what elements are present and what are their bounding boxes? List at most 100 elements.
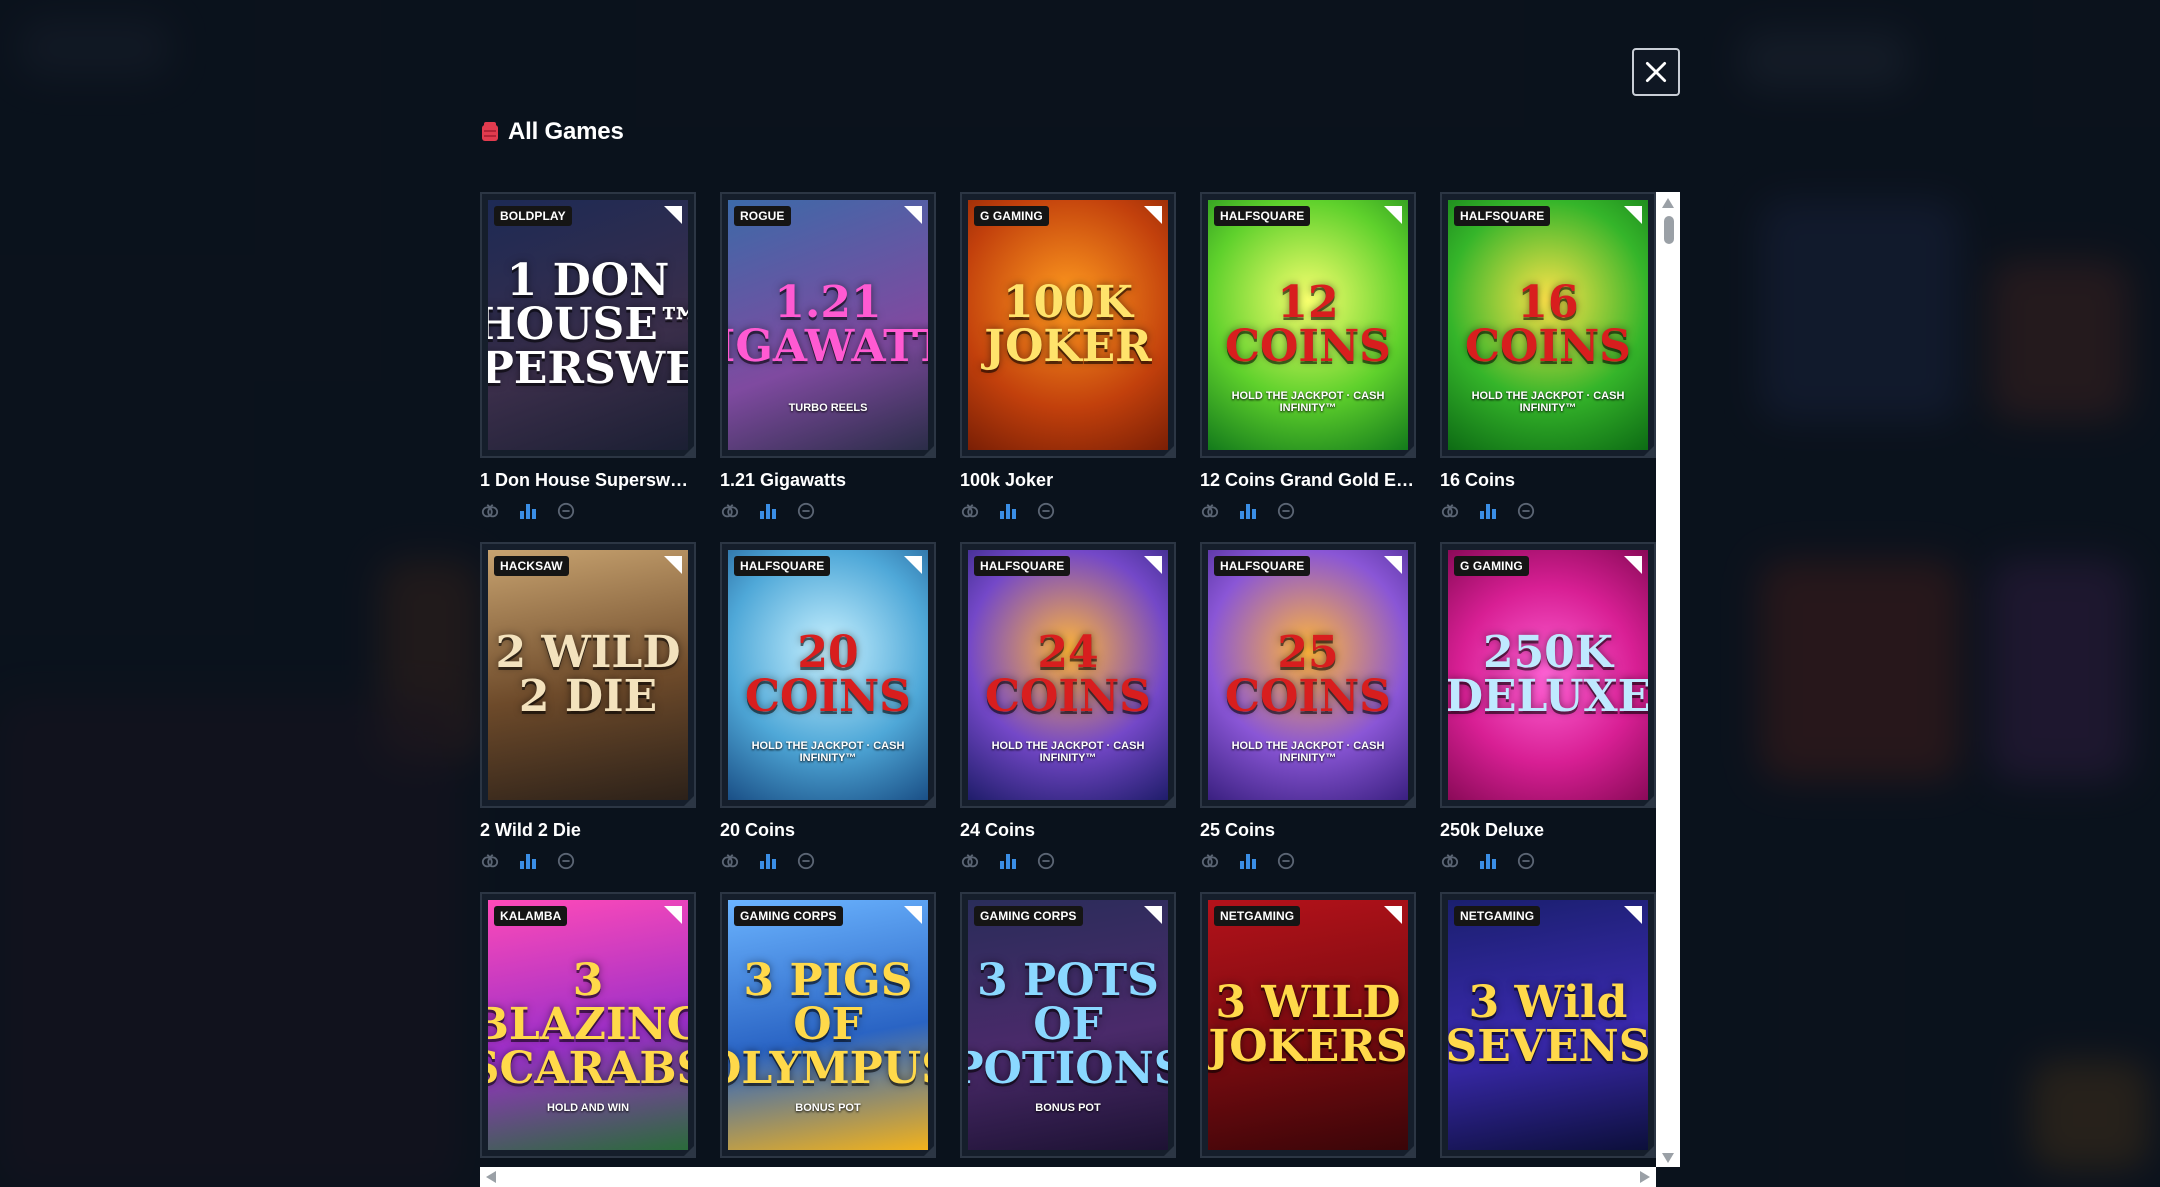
game-stats (1200, 501, 1416, 521)
provider-badge: NETGAMING (1454, 906, 1541, 926)
provider-badge: GAMING CORPS (974, 906, 1083, 926)
game-title[interactable]: 20 Coins (720, 820, 936, 841)
game-thumbnail[interactable]: 3 PIGS OF OLYMPUS BONUS POT GAMING CORPS (720, 892, 936, 1158)
game-art: 3 BLAZING SCARABS HOLD AND WIN (488, 900, 688, 1150)
game-thumbnail[interactable]: 2 WILD 2 DIE HACKSAW (480, 542, 696, 808)
game-title[interactable]: 16 Coins (1440, 470, 1656, 491)
unavailable-icon (1036, 501, 1056, 521)
game-card[interactable]: 24 COINS HOLD THE JACKPOT · CASH INFINIT… (960, 542, 1176, 872)
game-card[interactable]: 3 POTS OF POTIONS BONUS POT GAMING CORPS (960, 892, 1176, 1187)
game-thumbnail[interactable]: 24 COINS HOLD THE JACKPOT · CASH INFINIT… (960, 542, 1176, 808)
game-title[interactable]: 24 Coins (960, 820, 1176, 841)
game-logo-tagline: HOLD THE JACKPOT · CASH INFINITY™ (1231, 740, 1385, 764)
game-card[interactable]: 25 COINS HOLD THE JACKPOT · CASH INFINIT… (1200, 542, 1416, 872)
game-thumbnail[interactable]: 3 WILD JOKERS NETGAMING (1200, 892, 1416, 1158)
game-thumbnail[interactable]: 20 COINS HOLD THE JACKPOT · CASH INFINIT… (720, 542, 936, 808)
corner-notch (1402, 1144, 1416, 1158)
game-art: 3 POTS OF POTIONS BONUS POT (968, 900, 1168, 1150)
game-card[interactable]: 3 PIGS OF OLYMPUS BONUS POT GAMING CORPS (720, 892, 936, 1187)
corner-flag-icon (904, 556, 922, 574)
game-thumbnail[interactable]: 16 COINS HOLD THE JACKPOT · CASH INFINIT… (1440, 192, 1656, 458)
game-card[interactable]: 3 Wild SEVENS NETGAMING (1440, 892, 1656, 1187)
rtp-bars-icon (1238, 501, 1258, 521)
game-title[interactable]: 250k Deluxe (1440, 820, 1656, 841)
rtp-bars-icon (758, 501, 778, 521)
game-logo: 1 DON HOUSE™ SUPERSWEEP (488, 255, 688, 394)
game-logo: 100K JOKER (984, 277, 1152, 372)
volatility-icon (960, 501, 980, 521)
game-logo: 16 COINS (1465, 277, 1631, 372)
rtp-bars-icon (758, 851, 778, 871)
unavailable-icon (1036, 851, 1056, 871)
game-thumbnail[interactable]: 12 COINS HOLD THE JACKPOT · CASH INFINIT… (1200, 192, 1416, 458)
game-stats (480, 851, 696, 871)
game-stats (960, 851, 1176, 871)
horizontal-scrollbar[interactable] (480, 1167, 1656, 1187)
game-card[interactable]: 3 WILD JOKERS NETGAMING (1200, 892, 1416, 1187)
game-title[interactable]: 100k Joker (960, 470, 1176, 491)
game-logo: 25 COINS (1225, 627, 1391, 722)
provider-badge: HALFSQUARE (1454, 206, 1551, 226)
scrollbar-thumb[interactable] (1664, 216, 1674, 244)
corner-notch (1642, 444, 1656, 458)
corner-notch (1402, 444, 1416, 458)
game-card[interactable]: 12 COINS HOLD THE JACKPOT · CASH INFINIT… (1200, 192, 1416, 522)
vertical-scrollbar[interactable] (1656, 192, 1680, 1167)
corner-notch (1162, 444, 1176, 458)
unavailable-icon (1516, 851, 1536, 871)
game-art: 3 WILD JOKERS (1208, 900, 1408, 1150)
game-logo-tagline: HOLD THE JACKPOT · CASH INFINITY™ (991, 740, 1145, 764)
scroll-down-arrow-icon[interactable] (1662, 1153, 1674, 1163)
game-card[interactable]: 20 COINS HOLD THE JACKPOT · CASH INFINIT… (720, 542, 936, 872)
scroll-up-arrow-icon[interactable] (1662, 198, 1674, 208)
game-thumbnail[interactable]: 25 COINS HOLD THE JACKPOT · CASH INFINIT… (1200, 542, 1416, 808)
scroll-left-arrow-icon[interactable] (486, 1171, 496, 1183)
game-thumbnail[interactable]: 3 Wild SEVENS NETGAMING (1440, 892, 1656, 1158)
provider-badge: HALFSQUARE (1214, 556, 1311, 576)
corner-flag-icon (664, 556, 682, 574)
provider-badge: BOLDPLAY (494, 206, 572, 226)
game-title[interactable]: 1.21 Gigawatts (720, 470, 936, 491)
game-card[interactable]: 3 BLAZING SCARABS HOLD AND WIN KALAMBA (480, 892, 696, 1187)
games-grid-viewport[interactable]: 1 DON HOUSE™ SUPERSWEEP BOLDPLAY 1 Don H… (480, 192, 1680, 1187)
game-card[interactable]: 16 COINS HOLD THE JACKPOT · CASH INFINIT… (1440, 192, 1656, 522)
corner-notch (1402, 794, 1416, 808)
game-logo-tagline: HOLD AND WIN (546, 1102, 630, 1114)
game-card[interactable]: 250K DELUXE G GAMING 250k Deluxe (1440, 542, 1656, 872)
game-art: 24 COINS HOLD THE JACKPOT · CASH INFINIT… (968, 550, 1168, 800)
game-title[interactable]: 2 Wild 2 Die (480, 820, 696, 841)
game-title[interactable]: 1 Don House Supersweep (480, 470, 696, 491)
game-thumbnail[interactable]: 1 DON HOUSE™ SUPERSWEEP BOLDPLAY (480, 192, 696, 458)
volatility-icon (480, 501, 500, 521)
game-card[interactable]: 2 WILD 2 DIE HACKSAW 2 Wild 2 Die (480, 542, 696, 872)
game-thumbnail[interactable]: 250K DELUXE G GAMING (1440, 542, 1656, 808)
corner-notch (682, 444, 696, 458)
game-thumbnail[interactable]: 100K JOKER G GAMING (960, 192, 1176, 458)
scroll-right-arrow-icon[interactable] (1640, 1171, 1650, 1183)
game-stats (480, 501, 696, 521)
close-button[interactable] (1632, 48, 1680, 96)
volatility-icon (480, 851, 500, 871)
game-thumbnail[interactable]: 1.21 GIGAWATTS TURBO REELS ROGUE (720, 192, 936, 458)
game-card[interactable]: 1 DON HOUSE™ SUPERSWEEP BOLDPLAY 1 Don H… (480, 192, 696, 522)
game-thumbnail[interactable]: 3 POTS OF POTIONS BONUS POT GAMING CORPS (960, 892, 1176, 1158)
corner-notch (1162, 1144, 1176, 1158)
volatility-icon (1440, 501, 1460, 521)
volatility-icon (720, 851, 740, 871)
unavailable-icon (556, 501, 576, 521)
game-title[interactable]: 25 Coins (1200, 820, 1416, 841)
game-card[interactable]: 100K JOKER G GAMING 100k Joker (960, 192, 1176, 522)
game-thumbnail[interactable]: 3 BLAZING SCARABS HOLD AND WIN KALAMBA (480, 892, 696, 1158)
page-title: All Games (508, 118, 624, 145)
game-card[interactable]: 1.21 GIGAWATTS TURBO REELS ROGUE 1.21 Gi… (720, 192, 936, 522)
corner-flag-icon (1144, 556, 1162, 574)
provider-badge: HALFSQUARE (1214, 206, 1311, 226)
corner-flag-icon (1384, 906, 1402, 924)
provider-badge: GAMING CORPS (734, 906, 843, 926)
game-logo: 20 COINS (745, 627, 911, 722)
rtp-bars-icon (518, 851, 538, 871)
game-logo-tagline: BONUS POT (1035, 1102, 1101, 1114)
game-title[interactable]: 12 Coins Grand Gold Edi... (1200, 470, 1416, 491)
game-art: 12 COINS HOLD THE JACKPOT · CASH INFINIT… (1208, 200, 1408, 450)
game-logo: 3 BLAZING SCARABS (488, 955, 688, 1094)
